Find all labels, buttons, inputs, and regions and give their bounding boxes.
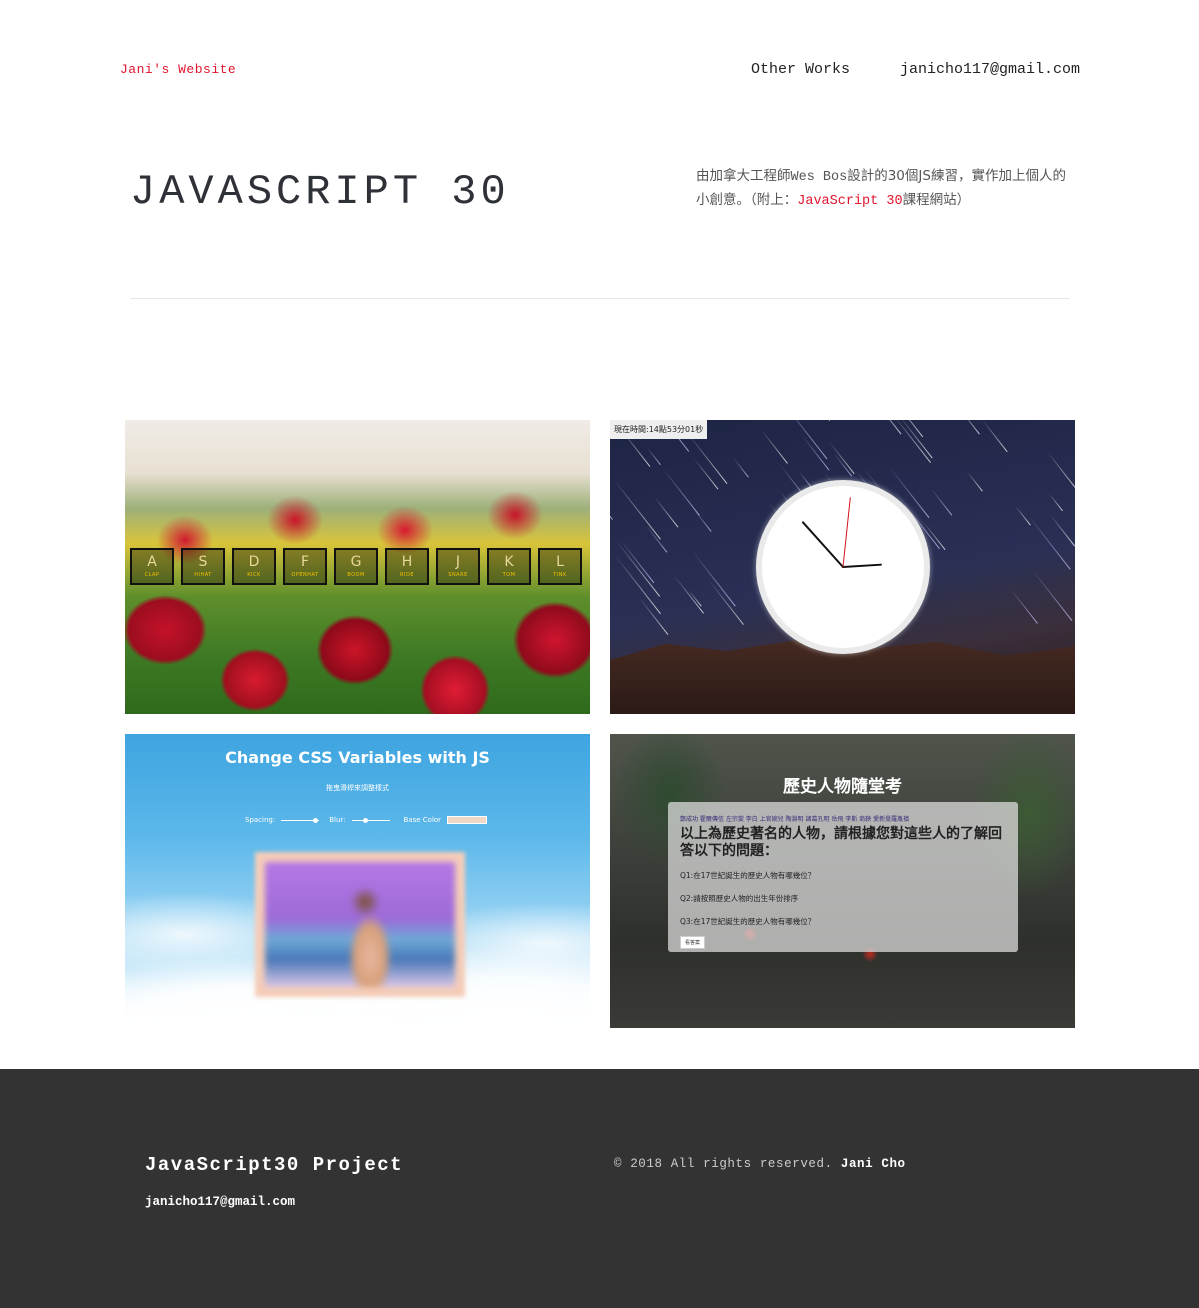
drum-key-letter: J — [455, 554, 461, 570]
drum-key-letter: F — [300, 554, 310, 570]
demo-photo — [255, 852, 465, 997]
base-color-label: Base Color — [403, 816, 442, 824]
time-readout: 現在時間:14點53分01秒 — [610, 420, 708, 439]
blur-label: Blur: — [329, 816, 346, 824]
css-demo-subtitle: 拖曳滑桿來調整樣式 — [326, 784, 389, 792]
copyright: © 2018 All rights reserved. Jani Cho — [614, 1157, 906, 1171]
quiz-names: 鄭成功 霍爾傳信 左宗棠 李白 上官婉兒 陶淵明 諸葛孔明 岳飛 李斯 商鞅 愛… — [680, 816, 910, 823]
page-description: 由加拿大工程師Wes Bos設計的30個JS練習，實作加上個人的小創意。（附上：… — [696, 165, 1076, 213]
quiz-title: 歷史人物隨堂考 — [783, 777, 902, 797]
footer-title: JavaScript30 Project — [145, 1154, 404, 1176]
drum-key-sound: HIHAT — [194, 572, 212, 578]
css-demo-title: Change CSS Variables with JS — [225, 748, 490, 767]
project-card-history-quiz[interactable]: 歷史人物隨堂考 鄭成功 霍爾傳信 左宗棠 李白 上官婉兒 陶淵明 諸葛孔明 岳飛… — [610, 734, 1075, 1028]
minute-hand — [801, 521, 844, 568]
slider-thumb[interactable] — [363, 817, 369, 823]
top-nav: Other Works janicho117@gmail.com — [751, 61, 1080, 78]
drum-key-sound: RIDE — [400, 572, 414, 578]
drum-key-sound: BOOM — [347, 572, 365, 578]
quiz-question: Q3:在17世紀誕生的歷史人物有哪幾位？ — [680, 917, 816, 926]
drum-key-letter: S — [198, 554, 208, 570]
copyright-text: © 2018 All rights reserved. — [614, 1157, 833, 1171]
clock-hands — [801, 497, 882, 568]
desc-text-3: 課程網站） — [902, 192, 971, 208]
quiz-question: Q2:請按照歷史人物的出生年份排序 — [680, 894, 799, 903]
drum-key-letter: D — [248, 554, 260, 570]
drum-key[interactable]: K TOM — [487, 548, 531, 585]
nav-email[interactable]: janicho117@gmail.com — [900, 61, 1080, 78]
desc-text-1: 由加拿大工程師 — [696, 168, 791, 184]
drum-key-sound: OPENHAT — [291, 572, 319, 578]
quiz-prompt: 以上為歷史著名的人物，請根據您對這些人的了解回答以下的問題： — [680, 826, 1002, 859]
desc-author: Wes Bos — [790, 170, 848, 185]
drum-key-sound: KICK — [247, 572, 261, 578]
base-color-picker[interactable] — [447, 816, 488, 824]
site-header: Jani's Website Other Works janicho117@gm… — [0, 0, 1199, 140]
drum-key-sound: SNARE — [448, 572, 468, 578]
drum-key[interactable]: J SNARE — [436, 548, 480, 585]
quiz-question: Q1:在17世紀誕生的歷史人物有哪幾位？ — [680, 871, 816, 880]
drum-key[interactable]: A CLAP — [130, 548, 174, 585]
spacing-label: Spacing: — [245, 816, 276, 824]
drum-key-letter: G — [350, 554, 362, 570]
drum-key-letter: L — [556, 554, 564, 570]
drum-key-letter: A — [147, 554, 157, 570]
divider — [130, 298, 1070, 299]
drum-key[interactable]: D KICK — [232, 548, 276, 585]
drum-key-letter: K — [504, 554, 514, 570]
drum-key-letter: H — [401, 554, 413, 570]
drum-key-sound: CLAP — [144, 572, 160, 578]
project-card-drum-kit[interactable]: A CLAP S HIHAT D KICK F OPENHAT G BOOM H RIDE J SNARE… — [125, 420, 590, 714]
site-footer: JavaScript30 Project janicho117@gmail.co… — [0, 1069, 1199, 1308]
drum-key[interactable]: G BOOM — [334, 548, 378, 585]
photo-content — [265, 862, 455, 987]
drum-key-sound: TOM — [502, 572, 516, 578]
second-hand — [842, 497, 851, 568]
author-name: Jani Cho — [840, 1157, 906, 1171]
drum-keys: A CLAP S HIHAT D KICK F OPENHAT G BOOM H RIDE J SNARE… — [130, 548, 582, 585]
drum-key[interactable]: S HIHAT — [181, 548, 225, 585]
drum-key[interactable]: L TINK — [538, 548, 582, 585]
course-link[interactable]: JavaScript 30 — [797, 194, 902, 209]
project-card-css-variables[interactable]: Change CSS Variables with JS 拖曳滑桿來調整樣式 S… — [125, 734, 590, 1028]
footer-email-link[interactable]: janicho117@gmail.com — [145, 1195, 295, 1209]
show-answer-button[interactable]: 看答案 — [680, 936, 706, 949]
hour-hand — [842, 563, 882, 568]
quiz-panel: 鄭成功 霍爾傳信 左宗棠 李白 上官婉兒 陶淵明 諸葛孔明 岳飛 李斯 商鞅 愛… — [668, 802, 1018, 952]
project-card-clock[interactable]: 現在時間:14點53分01秒 — [610, 420, 1075, 714]
brand-link[interactable]: Jani's Website — [120, 62, 236, 77]
drum-key[interactable]: F OPENHAT — [283, 548, 327, 585]
spacing-slider[interactable] — [281, 817, 320, 823]
css-controls: Spacing: Blur: Base Color — [245, 816, 488, 824]
nav-other-works[interactable]: Other Works — [751, 61, 850, 78]
slider-thumb[interactable] — [312, 817, 318, 823]
drum-key-sound: TINK — [553, 572, 567, 578]
drum-key[interactable]: H RIDE — [385, 548, 429, 585]
clock-face — [756, 480, 930, 654]
page-title: JAVASCRIPT 30 — [130, 168, 510, 216]
blur-slider[interactable] — [351, 817, 390, 823]
